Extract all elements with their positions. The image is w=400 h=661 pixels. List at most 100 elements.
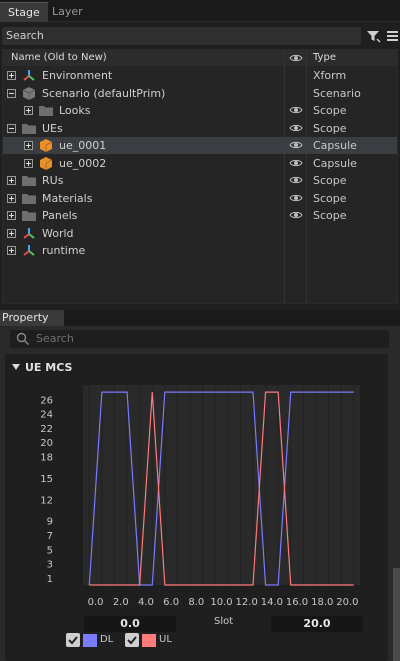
expand-icon[interactable] [7, 176, 16, 185]
stage-search-input[interactable]: Search [2, 27, 361, 45]
x-tick-label: 8.0 [188, 597, 204, 608]
tab-layer[interactable]: Layer [44, 2, 91, 22]
stage-tree: Name (Old to New) Type Environment Xform S… [2, 49, 398, 304]
tree-row[interactable]: RUs Scope [3, 172, 397, 189]
tree-row-type: Scope [313, 121, 347, 135]
cube-icon [21, 86, 37, 101]
tree-row-label: Looks [59, 104, 91, 117]
tree-row[interactable]: ue_0002 Capsule [3, 155, 397, 172]
expand-icon[interactable] [24, 106, 33, 115]
tree-header: Name (Old to New) Type [3, 50, 397, 66]
tree-row[interactable]: World [3, 225, 397, 242]
column-name-header[interactable]: Name (Old to New) [11, 52, 107, 63]
x-axis-label: Slot [214, 616, 234, 627]
y-tick-label: 9 [47, 517, 53, 528]
tree-row-type: Scenario [313, 86, 361, 100]
tree-row[interactable]: UEs Scope [3, 120, 397, 137]
collapse-icon[interactable] [7, 88, 16, 98]
property-scrollbar[interactable] [393, 568, 400, 661]
y-tick-label: 22 [40, 424, 53, 435]
y-tick-label: 15 [40, 474, 53, 485]
tab-stage[interactable]: Stage [0, 2, 48, 22]
ul-legend-label: UL [159, 634, 172, 645]
expand-icon[interactable] [24, 158, 33, 168]
tree-row-label: ue_0001 [59, 139, 107, 152]
tree-row-label: runtime [42, 244, 86, 257]
x-tick-label: 20.0 [336, 597, 358, 608]
y-tick-label: 26 [40, 395, 53, 406]
folder-icon [21, 173, 37, 188]
y-tick-label: 20 [40, 438, 53, 449]
x-tick-label: 18.0 [311, 597, 333, 608]
tree-row-label: Materials [42, 191, 93, 205]
tree-row-type: Scope [313, 174, 347, 187]
expand-icon[interactable] [24, 141, 33, 150]
visibility-eye-icon[interactable] [289, 105, 303, 115]
x-tick-label: 10.0 [210, 597, 232, 608]
dl-checkbox[interactable] [66, 633, 80, 647]
tree-row-type: Capsule [313, 139, 357, 152]
expand-icon[interactable] [7, 228, 16, 238]
filter-icon[interactable] [366, 27, 382, 45]
tree-row[interactable]: Environment Xform [3, 67, 397, 84]
tree-row-label: World [42, 226, 74, 240]
collapse-triangle-icon[interactable] [12, 364, 20, 370]
x-tick-label: 0.0 [88, 597, 104, 608]
xform-icon [21, 226, 37, 241]
tree-row[interactable]: Looks Scope [3, 102, 397, 119]
visibility-eye-icon[interactable] [289, 210, 303, 220]
visibility-eye-icon[interactable] [289, 158, 303, 168]
visibility-column-eye-icon [289, 53, 303, 63]
capsule-icon [38, 156, 54, 171]
tree-row-label: Scenario (defaultPrim) [42, 86, 166, 100]
xform-icon [21, 68, 37, 83]
y-tick-label: 1 [47, 574, 53, 585]
section-title: UE MCS [25, 361, 73, 374]
property-search-input[interactable]: Search [10, 330, 389, 348]
expand-icon[interactable] [7, 211, 16, 220]
ul-color-swatch [142, 634, 156, 647]
xform-icon [21, 243, 37, 258]
dl-legend-label: DL [100, 634, 114, 645]
x-tick-label: 4.0 [138, 597, 154, 608]
collapse-icon[interactable] [7, 123, 16, 133]
y-tick-label: 12 [40, 495, 53, 506]
y-tick-label: 5 [47, 545, 53, 556]
folder-icon [38, 103, 54, 118]
tree-row-type: Scope [313, 191, 347, 205]
tab-property[interactable]: Property [0, 310, 64, 326]
tree-row-label: Panels [42, 209, 78, 222]
menu-icon[interactable] [385, 27, 400, 45]
tree-row-label: RUs [42, 174, 64, 187]
tree-row[interactable]: ue_0001 Capsule [3, 137, 397, 154]
tree-row[interactable]: Scenario (defaultPrim) Scenario [3, 85, 397, 102]
x-tick-label: 14.0 [261, 597, 283, 608]
visibility-eye-icon[interactable] [289, 140, 303, 150]
tree-row-type: Capsule [313, 156, 357, 170]
folder-icon [21, 208, 37, 223]
section-header[interactable]: UE MCS [12, 361, 73, 374]
expand-icon[interactable] [7, 71, 16, 80]
visibility-eye-icon[interactable] [289, 123, 303, 133]
tree-row[interactable]: Materials Scope [3, 190, 397, 207]
x-max-field[interactable]: 20.0 [271, 616, 363, 632]
visibility-eye-icon[interactable] [289, 193, 303, 203]
tree-row-type: Scope [313, 209, 347, 222]
column-type-header[interactable]: Type [313, 52, 336, 63]
folder-icon [21, 191, 37, 206]
expand-icon[interactable] [7, 193, 16, 203]
x-min-field[interactable]: 0.0 [84, 616, 176, 632]
tree-row-label: UEs [42, 121, 63, 135]
tree-row[interactable]: runtime [3, 242, 397, 259]
tree-row-type: Xform [313, 69, 347, 82]
x-tick-label: 6.0 [163, 597, 179, 608]
ul-checkbox[interactable] [125, 633, 139, 647]
stage-tabbar: Stage Layer [0, 0, 400, 22]
visibility-eye-icon[interactable] [289, 175, 303, 185]
stage-search-row: Search [0, 25, 400, 47]
expand-icon[interactable] [7, 246, 16, 255]
tree-row-type: Scope [313, 104, 347, 117]
y-tick-label: 3 [47, 560, 53, 571]
tree-row-label: ue_0002 [59, 156, 107, 170]
tree-row[interactable]: Panels Scope [3, 207, 397, 224]
